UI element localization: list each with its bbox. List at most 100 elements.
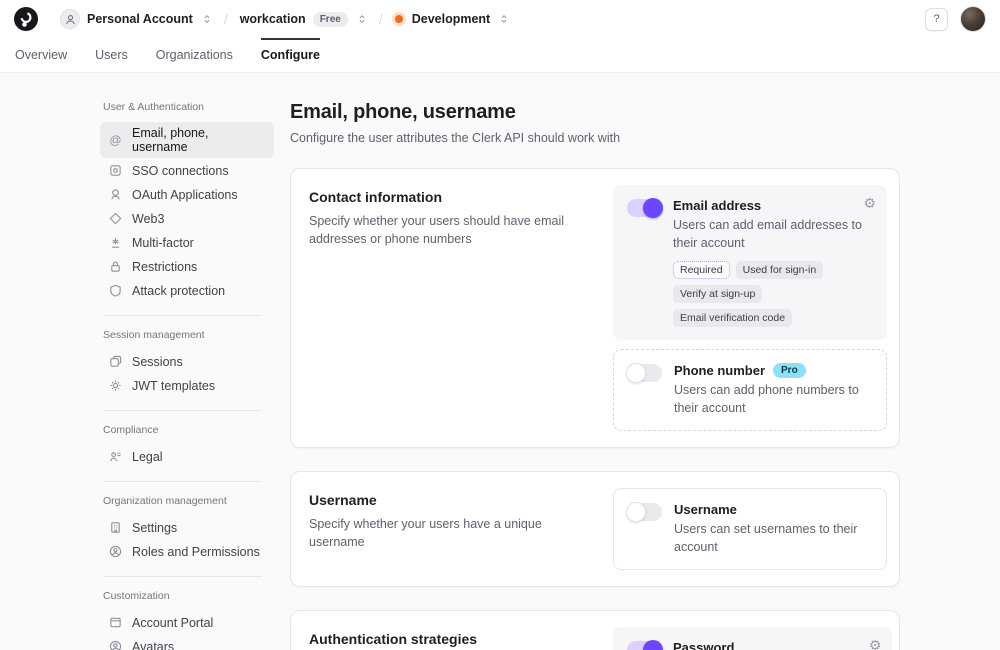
tab-users[interactable]: Users — [95, 38, 128, 72]
username-card-settings: Username Users can set usernames to thei… — [613, 488, 887, 570]
email-setting-badges: Required Used for sign-in Verify at sign… — [673, 261, 873, 327]
tab-organizations[interactable]: Organizations — [156, 38, 233, 72]
sidebar-item-sessions[interactable]: Sessions — [100, 350, 274, 373]
sidebar-item-attack-protection[interactable]: Attack protection — [100, 279, 274, 302]
settings-sidebar: User & Authentication @ Email, phone, us… — [100, 101, 274, 650]
username-card-intro: Username Specify whether your users have… — [309, 488, 595, 570]
sidebar-item-label: SSO connections — [132, 164, 229, 178]
sidebar-item-label: Legal — [132, 450, 163, 464]
phone-setting-texts: Phone number Pro Users can add phone num… — [674, 363, 872, 417]
username-toggle[interactable] — [628, 503, 662, 521]
oauth-applications-icon — [108, 187, 123, 202]
tab-overview[interactable]: Overview — [15, 38, 67, 72]
sidebar-section-user-authentication: User & Authentication — [103, 101, 274, 113]
username-setting-title: Username — [674, 502, 872, 517]
contact-card-settings: ⚙ Email address Users can add email addr… — [613, 185, 887, 431]
sidebar-item-label: Avatars — [132, 640, 174, 650]
sidebar-item-label: Account Portal — [132, 616, 213, 630]
sidebar-item-legal[interactable]: Legal — [100, 445, 274, 468]
email-address-toggle[interactable] — [627, 199, 661, 217]
environment-label: Development — [412, 12, 491, 26]
password-settings-gear-icon[interactable]: ⚙ — [869, 637, 882, 650]
sidebar-item-restrictions[interactable]: Restrictions — [100, 255, 274, 278]
phone-number-toggle[interactable] — [628, 364, 662, 382]
email-address-setting: ⚙ Email address Users can add email addr… — [613, 185, 887, 340]
email-settings-gear-icon[interactable]: ⚙ — [863, 195, 876, 212]
sidebar-item-settings[interactable]: Settings — [100, 516, 274, 539]
sidebar-item-sso-connections[interactable]: SSO connections — [100, 159, 274, 182]
user-avatar[interactable] — [960, 6, 986, 32]
auth-card-settings: ⚙ Password Users can sign in with a pass… — [613, 627, 892, 650]
page-subtitle: Configure the user attributes the Clerk … — [290, 131, 900, 145]
sidebar-item-label: Multi-factor — [132, 236, 194, 250]
password-setting-row: Password Users can sign in with a passwo… — [627, 640, 878, 650]
pro-badge: Pro — [773, 363, 806, 378]
sidebar-item-jwt-templates[interactable]: JWT templates — [100, 374, 274, 397]
sidebar-item-web3[interactable]: Web3 — [100, 207, 274, 230]
page-title: Email, phone, username — [290, 101, 900, 124]
sidebar-item-label: Settings — [132, 521, 177, 535]
breadcrumb-separator: / — [379, 11, 383, 27]
clerk-logo-icon[interactable] — [14, 7, 38, 31]
badge-required: Required — [673, 261, 730, 279]
sidebar-item-label: OAuth Applications — [132, 188, 238, 202]
workspace-switcher-chevron-icon — [357, 13, 367, 25]
toggle-knob — [643, 640, 663, 650]
password-setting: ⚙ Password Users can sign in with a pass… — [613, 627, 892, 650]
toggle-knob — [626, 502, 646, 522]
toggle-knob — [626, 363, 646, 383]
sidebar-item-account-portal[interactable]: Account Portal — [100, 611, 274, 634]
username-card: Username Specify whether your users have… — [290, 471, 900, 587]
auth-card-title: Authentication strategies — [309, 631, 595, 647]
environment-switcher-chevron-icon — [499, 13, 509, 25]
username-setting-texts: Username Users can set usernames to thei… — [674, 502, 872, 556]
shield-icon — [108, 283, 123, 298]
sidebar-item-roles-and-permissions[interactable]: Roles and Permissions — [100, 540, 274, 563]
tab-configure[interactable]: Configure — [261, 38, 320, 72]
main-nav-tabs: Overview Users Organizations Configure — [0, 38, 1000, 73]
breadcrumb-environment[interactable]: Development — [395, 12, 510, 26]
browser-window-icon — [108, 615, 123, 630]
workspace-plan-badge: Free — [313, 12, 348, 27]
badge-email-verification-code: Email verification code — [673, 309, 792, 327]
breadcrumb-personal-account[interactable]: Personal Account — [60, 9, 212, 29]
phone-setting-description: Users can add phone numbers to their acc… — [674, 382, 872, 417]
phone-setting-title-text: Phone number — [674, 363, 765, 378]
password-setting-texts: Password Users can sign in with a passwo… — [673, 640, 878, 650]
contact-card-description: Specify whether your users should have e… — [309, 212, 595, 248]
email-setting-description: Users can add email addresses to their a… — [673, 217, 873, 252]
sidebar-item-multi-factor[interactable]: Multi-factor — [100, 231, 274, 254]
building-icon — [108, 520, 123, 535]
sidebar-item-email-phone-username[interactable]: @ Email, phone, username — [100, 122, 274, 158]
phone-setting-title: Phone number Pro — [674, 363, 872, 378]
web3-icon — [108, 211, 123, 226]
workspace-label: workcation — [240, 12, 306, 26]
breadcrumb-workspace[interactable]: workcation Free — [240, 12, 367, 27]
username-card-description: Specify whether your users have a unique… — [309, 515, 595, 551]
top-bar: Personal Account / workcation Free / Dev… — [0, 0, 1000, 38]
avatar-circle-icon — [108, 639, 123, 650]
sidebar-item-label: JWT templates — [132, 379, 215, 393]
toggle-knob — [643, 198, 663, 218]
contact-card-intro: Contact information Specify whether your… — [309, 185, 595, 431]
account-switcher-chevron-icon — [202, 13, 212, 25]
sidebar-divider — [103, 481, 262, 482]
authentication-strategies-card: Authentication strategies Select the aut… — [290, 610, 900, 650]
sidebar-divider — [103, 576, 262, 577]
sidebar-item-label: Email, phone, username — [132, 126, 266, 154]
password-toggle[interactable] — [627, 641, 661, 650]
roles-icon — [108, 544, 123, 559]
legal-icon — [108, 449, 123, 464]
sidebar-item-label: Attack protection — [132, 284, 225, 298]
sidebar-section-customization: Customization — [103, 590, 274, 602]
badge-used-for-sign-in: Used for sign-in — [736, 261, 824, 279]
sidebar-item-oauth-applications[interactable]: OAuth Applications — [100, 183, 274, 206]
sidebar-section-compliance: Compliance — [103, 424, 274, 436]
contact-card-title: Contact information — [309, 189, 595, 205]
lock-icon — [108, 259, 123, 274]
sidebar-item-avatars[interactable]: Avatars — [100, 635, 274, 650]
help-button[interactable]: ? — [925, 8, 948, 31]
auth-card-intro: Authentication strategies Select the aut… — [309, 627, 595, 650]
sidebar-section-session-management: Session management — [103, 329, 274, 341]
email-setting-row: Email address Users can add email addres… — [627, 198, 873, 327]
